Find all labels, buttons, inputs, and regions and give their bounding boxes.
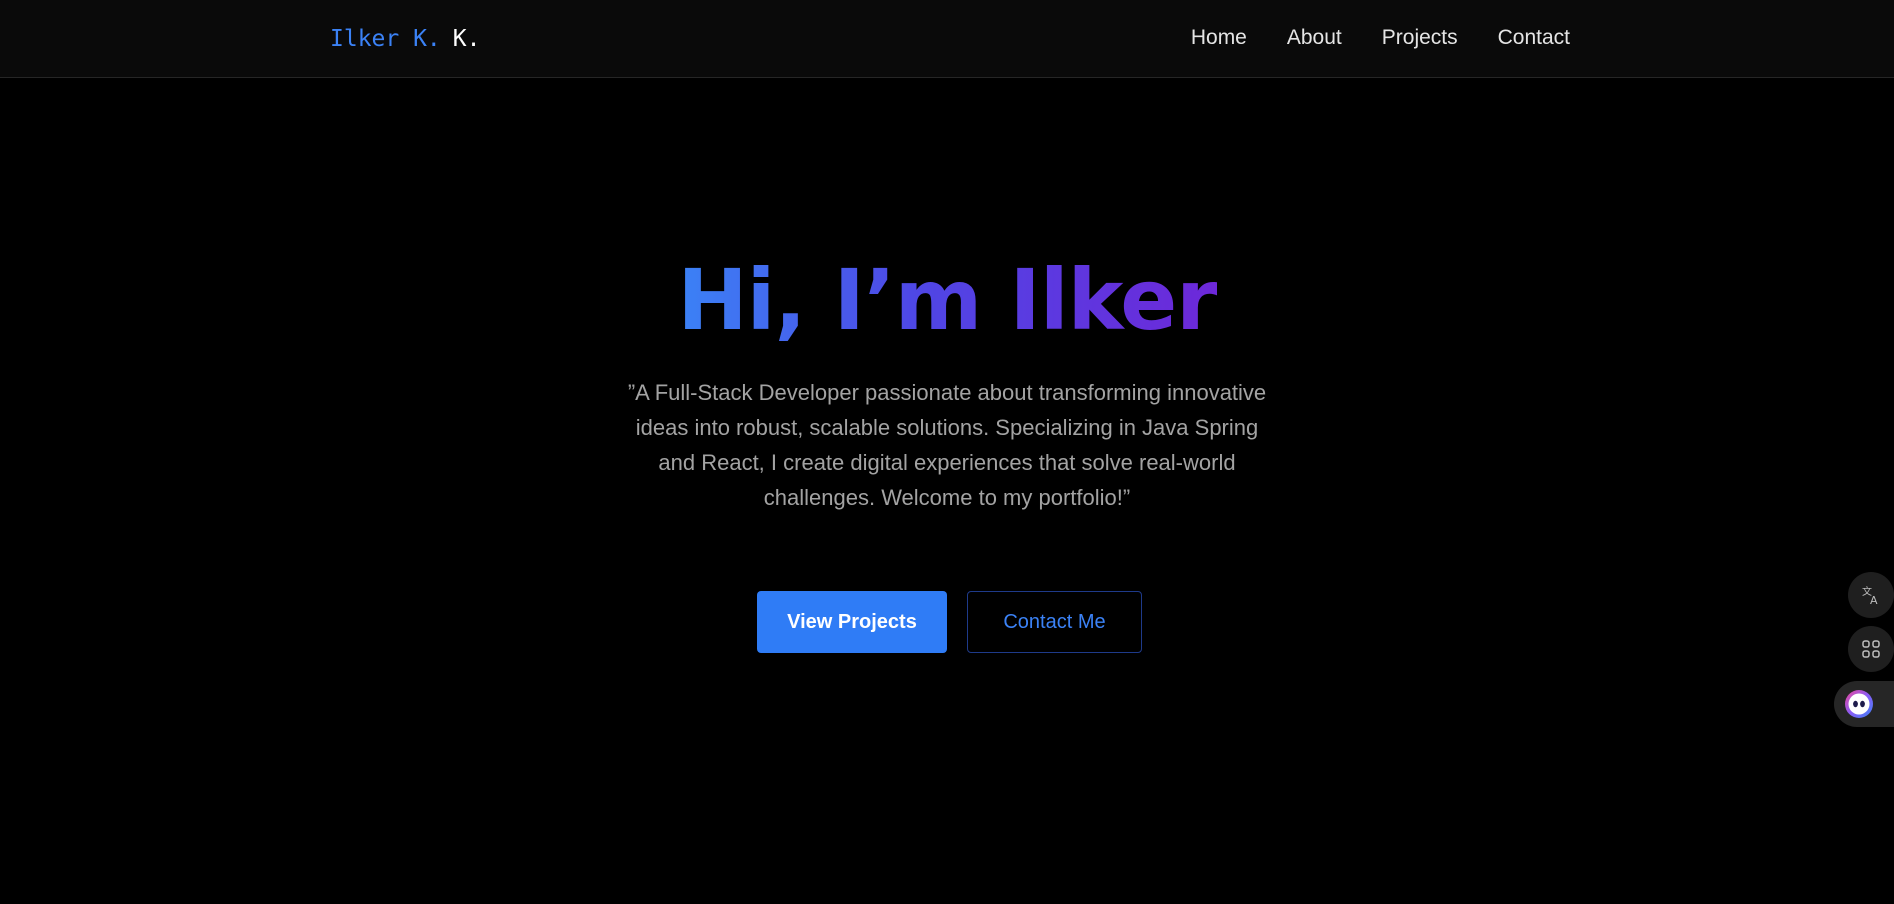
nav-links: Home About Projects Contact — [1191, 24, 1570, 52]
nav-link-contact[interactable]: Contact — [1498, 24, 1570, 52]
apps-grid-icon[interactable] — [1848, 626, 1894, 672]
site-logo[interactable]: Ilker K. K. — [330, 24, 480, 54]
hero-title-container: Hi, I’m Ilker — [0, 250, 1894, 350]
nav-link-projects[interactable]: Projects — [1382, 24, 1458, 52]
translate-icon[interactable]: 文 A — [1848, 572, 1894, 618]
nav-link-home[interactable]: Home — [1191, 24, 1247, 52]
hero-title: Hi, I’m Ilker — [677, 251, 1217, 349]
logo-name: Ilker K. — [330, 26, 441, 52]
svg-text:A: A — [1870, 594, 1878, 606]
contact-me-button[interactable]: Contact Me — [967, 591, 1142, 653]
hero-subtitle: ”A Full-Stack Developer passionate about… — [627, 380, 1267, 510]
ai-assistant-icon[interactable] — [1834, 681, 1894, 727]
logo-initial: K. — [452, 26, 481, 52]
view-projects-button[interactable]: View Projects — [757, 591, 947, 653]
nav-link-about[interactable]: About — [1287, 24, 1342, 52]
top-navbar: Ilker K. K. Home About Projects Contact — [0, 0, 1894, 78]
